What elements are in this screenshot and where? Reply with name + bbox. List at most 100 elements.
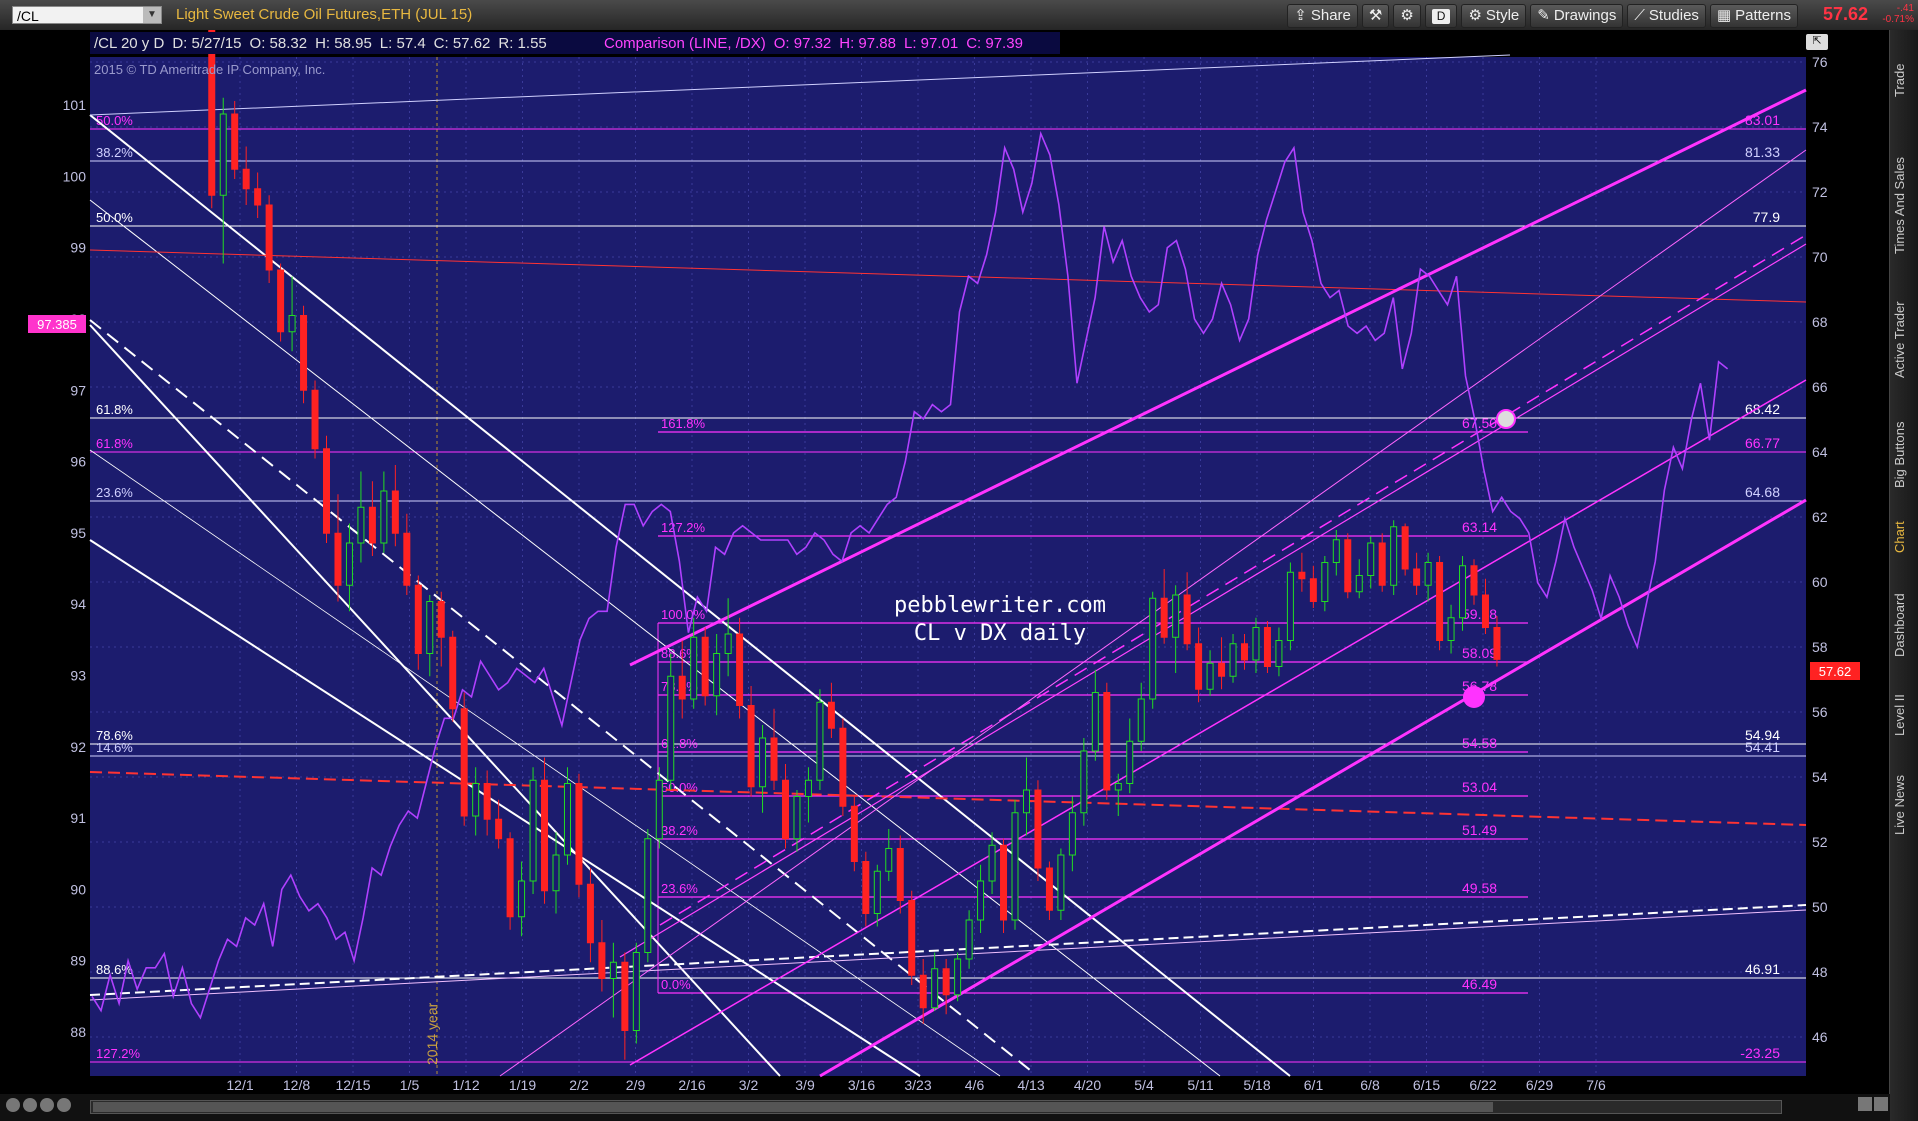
x-axis-tick: 7/6 [1586,1077,1606,1093]
drawings-button[interactable]: ✎ Drawings [1530,4,1624,28]
scrollbar-thumb[interactable] [93,1102,1493,1112]
scroll-left-icon[interactable] [1858,1097,1872,1111]
share-icon: ⇪ [1294,7,1307,24]
candle-body [793,796,801,840]
studies-icon: ⟋ [1634,7,1645,24]
style-button[interactable]: ⚙ Style [1461,4,1527,28]
candle-body [586,883,594,944]
chart-svg[interactable]: 38.2% 81.33 50.0% 77.9 61.8% 68.42 23.6% 64.68 7… [0,30,1890,1121]
left-axis-tick: 88 [70,1024,86,1040]
tab-times-and-sales[interactable]: Times And Sales [1892,140,1916,270]
candle-body [1413,568,1421,586]
info-item: R: 1.55 [498,35,546,52]
studies-label: Studies [1648,7,1699,24]
candle-body [483,783,491,820]
candle-body [1275,640,1283,667]
patterns-button[interactable]: ▦ Patterns [1709,4,1798,28]
x-axis-tick: 12/15 [335,1077,370,1093]
year-marker: 2014 year [424,1002,440,1065]
x-axis-tick: 3/2 [739,1077,759,1093]
tools-button[interactable]: ⚒ [1361,4,1390,28]
candle-body [1160,597,1168,638]
x-axis-tick: 4/20 [1074,1077,1101,1093]
comparison-item: Comparison (LINE, /DX) [604,35,766,52]
tab-chart[interactable]: Chart [1892,512,1916,562]
fib-price-label: 46.49 [1462,976,1497,992]
zoom-out-icon[interactable] [6,1098,20,1112]
share-button[interactable]: ⇪ Share [1287,4,1358,28]
candle-body [885,848,893,872]
right-price-badge-text: 57.62 [1819,664,1852,679]
drawing-set-button[interactable]: D [1424,4,1458,28]
candle-body [609,961,617,979]
x-axis-tick: 6/15 [1413,1077,1440,1093]
fib-price-label: 64.68 [1745,484,1780,500]
candle-body [1195,643,1203,690]
fib-price-label: 53.04 [1462,779,1497,795]
candle-body [782,779,789,840]
expand-icon[interactable]: ⇱ [1806,34,1828,50]
candle-body [1481,594,1489,628]
wrench-button[interactable]: ⚙ [1393,4,1421,28]
chart-area[interactable]: 38.2% 81.33 50.0% 77.9 61.8% 68.42 23.6% 64.68 7… [0,30,1890,1121]
right-axis-tick: 52 [1812,834,1828,850]
candle-body [449,636,457,710]
candle-body [1493,627,1501,660]
x-axis-tick: 12/8 [283,1077,310,1093]
tab-big-buttons[interactable]: Big Buttons [1892,405,1916,505]
candle-body [1034,789,1042,869]
fib-pct-label: 38.2% [661,823,698,838]
tab-live-news[interactable]: Live News [1892,755,1916,855]
change-abs: -.41 [1896,3,1914,14]
candle-body [1470,565,1478,596]
tab-active-trader[interactable]: Active Trader [1892,280,1916,400]
candle-body [529,779,537,882]
time-scrollbar[interactable] [90,1100,1782,1114]
candle-body [644,838,652,953]
candle-body [1091,692,1099,752]
fib-pct-label: 61.8% [96,402,133,417]
candle-body [414,584,422,654]
candle-body [942,968,950,996]
current-marker [1463,686,1485,708]
patterns-label: Patterns [1735,7,1791,24]
symbol-input[interactable]: /CL ▼ [12,6,162,24]
candle-body [300,315,308,391]
scroll-right-icon[interactable] [1874,1097,1888,1111]
left-axis-tick: 95 [70,525,86,541]
x-axis-tick: 2/9 [626,1077,646,1093]
price-change: -.41 -0.71% [1882,3,1914,25]
x-axis-tick: 5/11 [1187,1077,1213,1093]
candle-body [598,942,606,979]
candle-body [1045,867,1053,911]
symbol-dropdown-icon[interactable]: ▼ [143,7,161,23]
tab-dashboard[interactable]: Dashboard [1892,575,1916,675]
tab-level-ii[interactable]: Level II [1892,685,1916,745]
candle-body [219,113,227,196]
info-item: H: 58.95 [315,35,372,52]
right-axis-tick: 48 [1812,964,1828,980]
left-axis-tick: 101 [63,97,87,113]
x-axis-tick: 5/18 [1243,1077,1270,1093]
fib-pct-label: 127.2% [96,1046,141,1061]
studies-button[interactable]: ⟋ Studies [1627,4,1706,28]
left-axis-tick: 96 [70,454,86,470]
candle-body [552,854,560,892]
tools-icon: ⚒ [1368,7,1383,24]
target-marker [1496,409,1516,429]
x-axis-tick: 3/16 [848,1077,875,1093]
info-bar: /CL 20 y D D: 5/27/15 O: 58.32 H: 58.95 L: 5… [94,35,547,52]
zoom-in-icon[interactable] [23,1098,37,1112]
candle-body [1000,844,1008,921]
zoom-fit-icon[interactable] [40,1098,54,1112]
fib-price-label: 83.01 [1745,112,1780,128]
candle-body [265,204,273,271]
candle-body [1080,750,1088,814]
candle-body [850,805,858,862]
fib-price-label: -23.25 [1740,1045,1780,1061]
right-axis-tick: 46 [1812,1029,1828,1045]
zoom-reset-icon[interactable] [57,1098,71,1112]
fib-price-label: 63.14 [1462,519,1497,535]
tab-trade[interactable]: Trade [1892,40,1916,120]
subtitle-text: CL v DX daily [914,621,1086,646]
